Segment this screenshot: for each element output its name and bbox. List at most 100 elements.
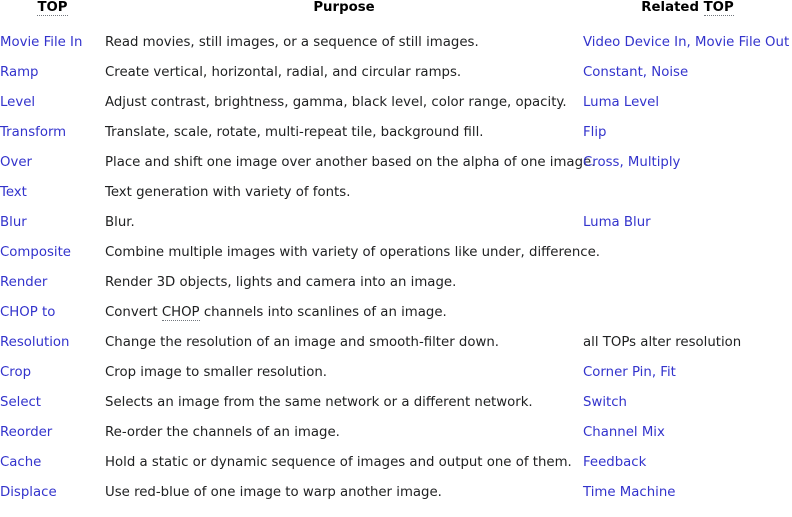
top-operator-link[interactable]: Transform xyxy=(0,125,66,140)
cell-purpose: Place and shift one image over another b… xyxy=(105,147,595,177)
related-top-link[interactable]: Flip xyxy=(583,125,606,140)
table-row: Select Selects an image from the same net… xyxy=(0,387,792,417)
top-operator-link[interactable]: Blur xyxy=(0,215,27,230)
top-operator-link[interactable]: Level xyxy=(0,95,35,110)
top-operator-link[interactable]: Render xyxy=(0,275,47,290)
purpose-text: channels into scanlines of an image. xyxy=(199,304,447,320)
cell-top-operator: Render xyxy=(0,267,105,297)
cell-related-top xyxy=(583,297,792,327)
related-top-link[interactable]: Corner Pin xyxy=(583,365,652,380)
top-operator-link[interactable]: CHOP to xyxy=(0,305,55,320)
cell-purpose: Change the resolution of an image and sm… xyxy=(105,327,583,357)
cell-purpose: Hold a static or dynamic sequence of ima… xyxy=(105,447,583,477)
cell-purpose: Translate, scale, rotate, multi-repeat t… xyxy=(105,117,583,147)
top-operator-link[interactable]: Crop xyxy=(0,365,31,380)
related-separator: , xyxy=(651,364,661,380)
top-abbr: TOP xyxy=(37,0,68,16)
top-operator-link[interactable]: Resolution xyxy=(0,335,69,350)
cell-purpose: Combine multiple images with variety of … xyxy=(105,237,600,267)
table-row: Over Place and shift one image over anoth… xyxy=(0,147,792,177)
cell-top-operator: Over xyxy=(0,147,105,177)
cell-related-top: Channel Mix xyxy=(583,417,792,447)
table-row: Blur Blur. Luma Blur xyxy=(0,207,792,237)
top-operator-link[interactable]: Select xyxy=(0,395,41,410)
top-operator-link[interactable]: Cache xyxy=(0,455,41,470)
purpose-text: Adjust contrast, brightness, gamma, blac… xyxy=(105,94,567,110)
table-row: Render Render 3D objects, lights and came… xyxy=(0,267,792,297)
top-operator-link[interactable]: Composite xyxy=(0,245,71,260)
related-separator: , xyxy=(642,64,652,80)
cell-top-operator: Blur xyxy=(0,207,105,237)
cell-related-top: Corner Pin, Fit xyxy=(583,357,792,387)
cell-purpose: Selects an image from the same network o… xyxy=(105,387,583,417)
related-top-link[interactable]: Switch xyxy=(583,395,627,410)
cell-top-operator: Ramp xyxy=(0,57,105,87)
cell-top-operator: CHOP to xyxy=(0,297,105,327)
related-note: all TOPs alter resolution xyxy=(583,334,742,350)
related-prefix-label: Related xyxy=(641,0,704,15)
related-top-link[interactable]: Video Device In xyxy=(583,35,687,50)
table-row: Cache Hold a static or dynamic sequence o… xyxy=(0,447,792,477)
related-top-link[interactable]: Multiply xyxy=(628,155,681,170)
top-operator-link[interactable]: Displace xyxy=(0,485,57,500)
top-abbr: TOP xyxy=(703,0,734,16)
cell-purpose: Blur. xyxy=(105,207,583,237)
cell-top-operator: Text xyxy=(0,177,105,207)
top-operator-link[interactable]: Ramp xyxy=(0,65,39,80)
table-row: Level Adjust contrast, brightness, gamma,… xyxy=(0,87,792,117)
purpose-text: Combine multiple images with variety of … xyxy=(105,244,600,260)
table-row: Ramp Create vertical, horizontal, radial,… xyxy=(0,57,792,87)
cell-top-operator: Resolution xyxy=(0,327,105,357)
cell-purpose: Create vertical, horizontal, radial, and… xyxy=(105,57,583,87)
top-operators-table: TOP Purpose Related TOP Movie File In Rea… xyxy=(0,0,792,507)
purpose-text: Crop image to smaller resolution. xyxy=(105,364,328,380)
related-top-link[interactable]: Channel Mix xyxy=(583,425,665,440)
cell-purpose: Read movies, still images, or a sequence… xyxy=(105,27,583,57)
related-top-link[interactable]: Luma Level xyxy=(583,95,659,110)
purpose-text: Render 3D objects, lights and camera int… xyxy=(105,274,457,290)
purpose-text: Change the resolution of an image and sm… xyxy=(105,334,500,350)
cell-related-top: Constant, Noise xyxy=(583,57,792,87)
cell-purpose: Use red-blue of one image to warp anothe… xyxy=(105,477,583,507)
cell-purpose: Convert CHOP channels into scanlines of … xyxy=(105,297,583,327)
related-separator: , xyxy=(619,154,628,170)
table-header-row: TOP Purpose Related TOP xyxy=(0,0,792,27)
purpose-text: Use red-blue of one image to warp anothe… xyxy=(105,484,442,500)
top-operator-link[interactable]: Over xyxy=(0,155,32,170)
purpose-text: Translate, scale, rotate, multi-repeat t… xyxy=(105,124,484,140)
purpose-text: Read movies, still images, or a sequence… xyxy=(105,34,479,50)
purpose-text: Place and shift one image over another b… xyxy=(105,154,596,170)
column-header-purpose: Purpose xyxy=(313,0,375,15)
cell-purpose: Crop image to smaller resolution. xyxy=(105,357,583,387)
related-top-link[interactable]: Constant xyxy=(583,65,643,80)
top-operator-link[interactable]: Movie File In xyxy=(0,35,82,50)
table-row: Crop Crop image to smaller resolution. Cor… xyxy=(0,357,792,387)
cell-purpose: Re-order the channels of an image. xyxy=(105,417,583,447)
purpose-text: Selects an image from the same network o… xyxy=(105,394,533,410)
table-row: Movie File In Read movies, still images, … xyxy=(0,27,792,57)
top-operator-link[interactable]: Reorder xyxy=(0,425,52,440)
related-top-link[interactable]: Noise xyxy=(651,65,688,80)
related-top-link[interactable]: Movie File Out xyxy=(695,35,789,50)
purpose-text: Text generation with variety of fonts. xyxy=(105,184,351,200)
cell-related-top xyxy=(583,177,792,207)
cell-top-operator: Movie File In xyxy=(0,27,105,57)
cell-related-top: Luma Level xyxy=(583,87,792,117)
cell-related-top: all TOPs alter resolution xyxy=(583,327,792,357)
table-body: Movie File In Read movies, still images, … xyxy=(0,27,792,507)
cell-top-operator: Select xyxy=(0,387,105,417)
related-top-link[interactable]: Feedback xyxy=(583,455,646,470)
related-top-link[interactable]: Luma Blur xyxy=(583,215,651,230)
cell-top-operator: Composite xyxy=(0,237,105,267)
related-top-link[interactable]: Time Machine xyxy=(583,485,675,500)
cell-related-top: Luma Blur xyxy=(583,207,792,237)
top-operator-link[interactable]: Text xyxy=(0,185,27,200)
cell-related-top: Video Device In, Movie File Out xyxy=(583,27,792,57)
table-row: Text Text generation with variety of font… xyxy=(0,177,792,207)
table-row: Displace Use red-blue of one image to war… xyxy=(0,477,792,507)
cell-related-top: Feedback xyxy=(583,447,792,477)
related-top-link[interactable]: Fit xyxy=(660,365,676,380)
related-top-link[interactable]: Cross xyxy=(583,155,619,170)
table-header: TOP Purpose Related TOP xyxy=(0,0,792,27)
column-header-related-top: Related TOP xyxy=(583,0,792,27)
